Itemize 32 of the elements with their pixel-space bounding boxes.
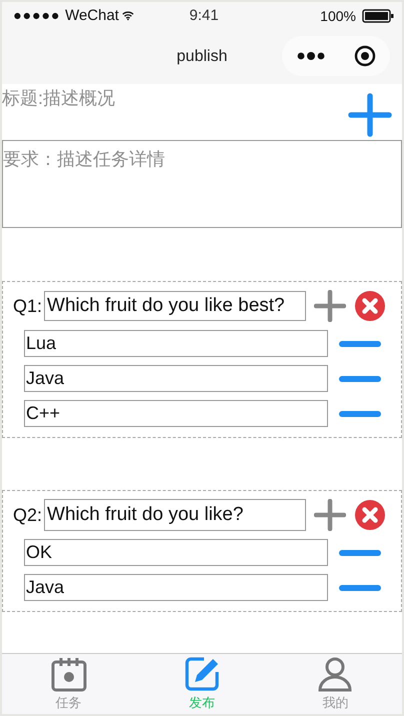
- option-field[interactable]: Java: [24, 574, 328, 601]
- person-icon: [317, 656, 354, 692]
- battery-percent: 100%: [320, 8, 356, 24]
- remove-icon[interactable]: [338, 584, 382, 592]
- clock-time: 9:41: [189, 7, 219, 24]
- add-icon[interactable]: [348, 93, 392, 137]
- wifi-icon: [122, 10, 134, 21]
- page-title: publish: [176, 48, 228, 66]
- edit-icon: [184, 656, 220, 692]
- more-icon[interactable]: [296, 51, 324, 61]
- title-field[interactable]: 标题:描述概况: [2, 84, 282, 109]
- question-number: Q1:: [13, 296, 42, 316]
- option-field[interactable]: C++: [24, 400, 328, 427]
- remove-icon[interactable]: [338, 548, 382, 556]
- close-target-icon[interactable]: [354, 45, 376, 67]
- question-field[interactable]: Which fruit do you like best?: [44, 291, 306, 321]
- add-icon[interactable]: [314, 499, 346, 531]
- question-field[interactable]: Which fruit do you like?: [44, 499, 306, 531]
- battery-icon: [362, 8, 394, 22]
- delete-icon[interactable]: [354, 499, 386, 531]
- carrier-name: WeChat: [65, 7, 119, 24]
- remove-icon[interactable]: [338, 340, 382, 348]
- remove-icon[interactable]: [338, 410, 382, 418]
- add-icon[interactable]: [314, 290, 346, 322]
- requirement-field[interactable]: 要求：描述任务详情: [2, 140, 402, 228]
- question-number: Q2:: [13, 504, 42, 526]
- option-field[interactable]: OK: [24, 539, 328, 566]
- delete-icon[interactable]: [354, 290, 386, 322]
- option-field[interactable]: Lua: [24, 330, 328, 357]
- remove-icon[interactable]: [338, 374, 382, 382]
- option-field[interactable]: Java: [24, 365, 328, 392]
- calendar-icon: [50, 656, 87, 692]
